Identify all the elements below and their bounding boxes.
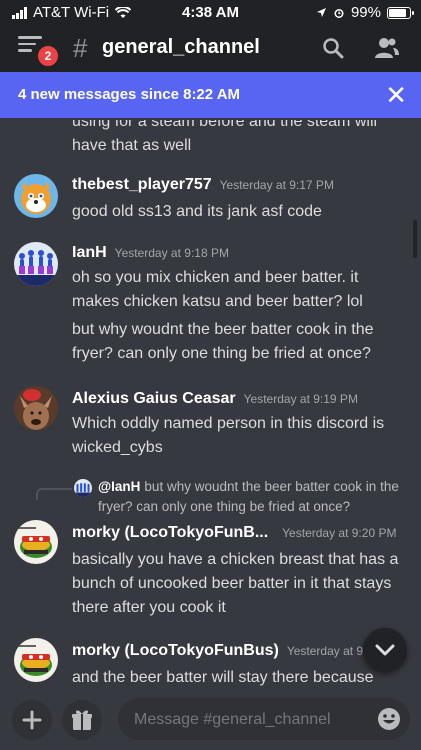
- message-timestamp: Yesterday at 9:19 PM: [243, 392, 358, 406]
- message-author[interactable]: thebest_player757 Yesterday at 9:17 PM: [72, 176, 334, 194]
- reply-avatar: [74, 479, 92, 497]
- channel-header: 2 # general_channel: [0, 24, 421, 72]
- author-name[interactable]: morky (LocoTokyoFunB...: [72, 524, 268, 541]
- message-author[interactable]: morky (LocoTokyoFunB... Yesterday at 9:20…: [72, 524, 396, 542]
- jump-to-bottom-button[interactable]: [363, 628, 407, 672]
- author-name[interactable]: thebest_player757: [72, 176, 212, 193]
- avatar[interactable]: [14, 242, 58, 286]
- avatar[interactable]: [14, 520, 58, 564]
- reply-connector: [36, 488, 72, 500]
- reply-snippet: but why woudnt the beer batter cook in t…: [98, 479, 399, 514]
- message-timestamp: Yesterday at 9:2: [286, 644, 374, 658]
- author-name[interactable]: morky (LocoTokyoFunBus): [72, 642, 279, 659]
- avatar[interactable]: [14, 638, 58, 682]
- message-line: but why woudnt the beer batter cook in t…: [72, 321, 374, 362]
- unread-badge: 2: [36, 44, 60, 68]
- plus-icon: [22, 710, 42, 730]
- message-timestamp: Yesterday at 9:18 PM: [114, 246, 229, 260]
- add-attachment-button[interactable]: [12, 700, 52, 740]
- reply-author[interactable]: @IanH: [98, 479, 140, 494]
- channel-title[interactable]: general_channel: [102, 36, 260, 59]
- close-icon[interactable]: ✕: [385, 80, 407, 111]
- author-name[interactable]: Alexius Gaius Ceasar: [72, 390, 236, 407]
- message-input-container[interactable]: [118, 698, 410, 742]
- message-line: oh so you mix chicken and beer batter. i…: [72, 269, 363, 310]
- message-fragment-line: have that as well: [72, 137, 192, 154]
- message-line: Which oddly named person in this discord…: [72, 415, 385, 456]
- message-line: good old ss13 and its jank asf code: [72, 203, 322, 220]
- message-timestamp: Yesterday at 9:17 PM: [219, 178, 334, 192]
- alarm-icon: [334, 8, 344, 18]
- scrollbar-thumb[interactable]: [413, 220, 417, 258]
- message-fragment-cut-line: using for a steam before and the steam w…: [72, 118, 378, 130]
- members-icon[interactable]: [374, 36, 400, 60]
- gift-button[interactable]: [62, 700, 102, 740]
- message-content: Which oddly named person in this discord…: [72, 412, 402, 460]
- message-content: oh so you mix chicken and beer batter. i…: [72, 266, 402, 366]
- message-content: basically you have a chicken breast that…: [72, 548, 402, 620]
- location-icon: [316, 8, 326, 17]
- search-icon[interactable]: [322, 37, 344, 59]
- message-content: good old ss13 and its jank asf code: [72, 200, 402, 224]
- chevron-down-icon: [375, 644, 395, 656]
- message-line: basically you have a chicken breast that…: [72, 551, 399, 616]
- message-composer: [0, 688, 421, 750]
- status-bar: AT&T Wi-Fi 4:38 AM 99%: [0, 0, 421, 24]
- battery-icon: [387, 6, 414, 19]
- message-input[interactable]: [132, 698, 366, 742]
- battery-percent: 99%: [350, 4, 381, 21]
- author-name[interactable]: IanH: [72, 244, 107, 261]
- status-right: 99%: [316, 4, 414, 21]
- avatar[interactable]: [14, 386, 58, 430]
- channel-hash-icon: #: [73, 33, 88, 63]
- message-list[interactable]: using for a steam before and the steam w…: [0, 118, 421, 688]
- message-author[interactable]: morky (LocoTokyoFunBus) Yesterday at 9:2: [72, 642, 373, 660]
- message-fragment: using for a steam before and the steam w…: [72, 118, 377, 158]
- message-line: and the beer batter will stay there beca…: [72, 669, 374, 686]
- gift-icon: [72, 710, 92, 730]
- reply-preview[interactable]: @IanH but why woudnt the beer batter cook…: [98, 477, 408, 517]
- avatar[interactable]: [14, 174, 58, 218]
- message-timestamp: Yesterday at 9:20 PM: [282, 526, 397, 540]
- emoji-icon[interactable]: [376, 706, 402, 732]
- new-messages-text: 4 new messages since 8:22 AM: [18, 86, 241, 103]
- new-messages-banner[interactable]: 4 new messages since 8:22 AM ✕: [0, 72, 421, 118]
- message-content: and the beer batter will stay there beca…: [72, 666, 402, 688]
- message-author[interactable]: IanH Yesterday at 9:18 PM: [72, 244, 229, 262]
- message-author[interactable]: Alexius Gaius Ceasar Yesterday at 9:19 PM: [72, 390, 358, 408]
